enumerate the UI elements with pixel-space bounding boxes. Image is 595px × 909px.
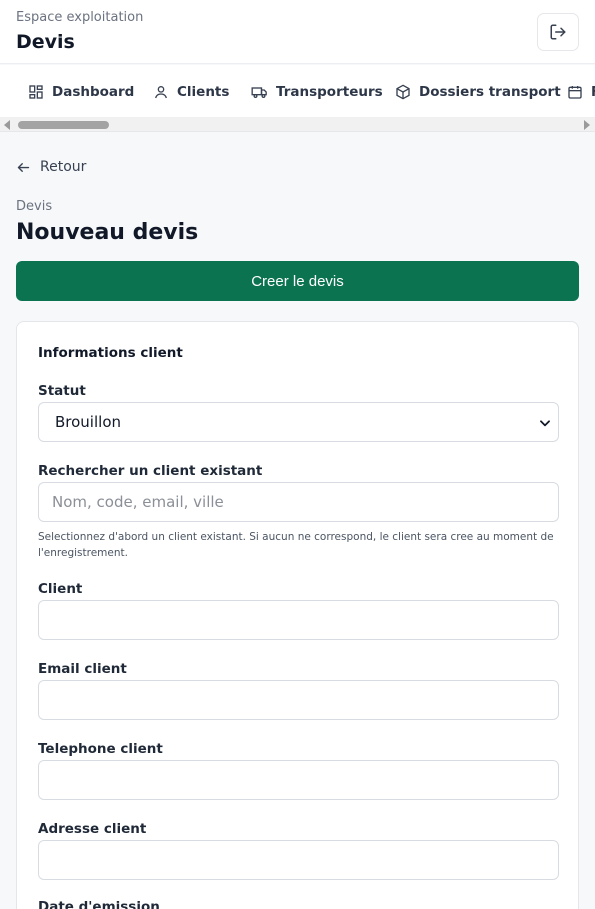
phone-label: Telephone client: [38, 741, 163, 757]
truck-icon: [251, 87, 267, 98]
nav-item-dossiers-transport[interactable]: Dossiers transport: [395, 82, 561, 102]
nav-label-transporteurs: Transporteurs: [276, 84, 383, 100]
address-field[interactable]: [38, 840, 559, 880]
logout-icon: [550, 24, 566, 40]
nav-label-dashboard: Dashboard: [52, 84, 135, 100]
dashboard-icon: [29, 85, 43, 99]
nav-label-dossiers-transport: Dossiers transport: [419, 84, 561, 100]
phone-field[interactable]: [38, 760, 559, 800]
nav-scrollbar[interactable]: [0, 117, 595, 132]
header-kicker: Espace exploitation: [16, 10, 144, 25]
status-select[interactable]: Brouillon: [38, 402, 559, 442]
page-title: Nouveau devis: [16, 220, 199, 245]
client-field[interactable]: [38, 600, 559, 640]
status-label: Statut: [38, 383, 86, 399]
logout-button[interactable]: [537, 13, 579, 51]
nav-item-partial[interactable]: F: [567, 82, 595, 102]
nav-label-partial: F: [591, 84, 595, 100]
email-label: Email client: [38, 661, 127, 677]
client-info-card: Informations client Statut Brouillon Rec…: [16, 321, 579, 909]
nav-item-clients[interactable]: Clients: [153, 82, 229, 102]
app-header: Espace exploitation Devis: [0, 0, 595, 64]
main-nav: Dashboard Clients Transporteurs Dossiers…: [0, 65, 595, 117]
client-search-input[interactable]: [38, 482, 559, 522]
section-title: Informations client: [38, 345, 183, 361]
address-label: Adresse client: [38, 821, 147, 837]
date-label: Date d'emission: [38, 899, 160, 909]
scroll-thumb[interactable]: [18, 121, 109, 129]
chevron-down-icon: [540, 420, 550, 427]
email-field[interactable]: [38, 680, 559, 720]
back-label: Retour: [40, 159, 87, 175]
header-title: Devis: [16, 31, 75, 53]
search-help-text: Selectionnez d'abord un client existant.…: [38, 531, 554, 559]
nav-label-clients: Clients: [177, 84, 230, 100]
breadcrumb: Devis: [16, 199, 53, 214]
scroll-right-arrow-icon[interactable]: [584, 120, 590, 130]
back-link[interactable]: Retour: [16, 157, 86, 177]
nav-item-dashboard[interactable]: Dashboard: [28, 82, 134, 102]
create-quote-button[interactable]: Creer le devis: [16, 261, 579, 301]
arrow-left-icon: [17, 162, 30, 172]
calendar-icon: [568, 86, 582, 99]
scroll-left-arrow-icon[interactable]: [4, 120, 10, 130]
search-label: Rechercher un client existant: [38, 463, 263, 479]
user-icon: [155, 86, 167, 99]
package-icon: [396, 84, 410, 100]
client-label: Client: [38, 581, 83, 597]
status-value: Brouillon: [55, 413, 121, 431]
nav-item-transporteurs[interactable]: Transporteurs: [251, 82, 383, 102]
